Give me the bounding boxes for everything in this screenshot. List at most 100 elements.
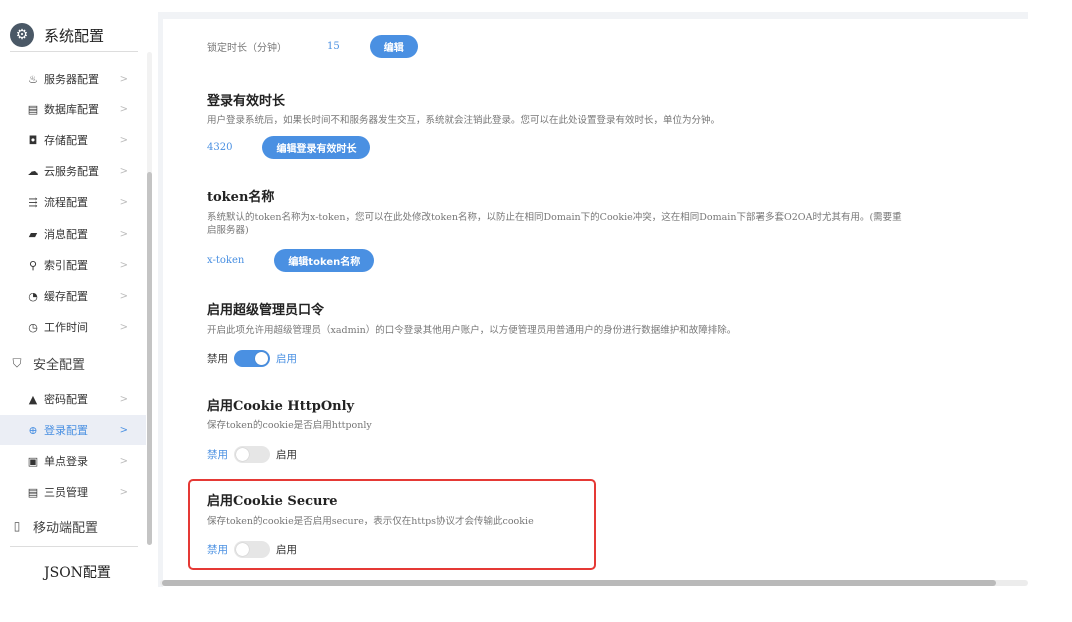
token-name-desc: 系统默认的token名称为x-token，您可以在此处修改token名称，以防止… [207,212,902,236]
lock-duration-value: 15 [327,40,340,52]
cookie-httponly-on-label: 启用 [276,448,297,461]
toggle-knob [236,447,249,461]
sidebar-header[interactable]: ⚙ 系统配置 [10,22,104,48]
sidebar-item-login[interactable]: ⊕ 登录配置 > [0,415,146,445]
sidebar-divider [10,51,138,52]
sidebar-item-storage[interactable]: ◘ 存储配置 > [0,125,146,155]
cookie-httponly-toggle-row: 禁用 启用 [207,444,297,464]
cookie-secure-toggle-row: 禁用 启用 [207,539,297,559]
login-validity-row: 4320 编辑登录有效时长 [207,135,371,159]
sidebar-item-label: 数据库配置 [44,103,99,116]
edit-lock-duration-button[interactable]: 编辑 [369,34,418,58]
cookie-httponly-off-label: 禁用 [207,448,228,461]
login-validity-title: 登录有效时长 [207,94,286,109]
chevron-right-icon: > [119,73,128,85]
login-validity-value: 4320 [207,141,233,153]
chevron-right-icon: > [119,196,128,208]
cookie-secure-desc: 保存token的cookie是否启用secure，表示仅在https协议才会传输… [207,516,534,527]
login-validity-desc: 用户登录系统后，如果长时间不和服务器发生交互，系统就会注销此登录。您可以在此处设… [207,115,721,126]
sidebar-item-label: 登录配置 [44,424,88,437]
database-icon: ▤ [27,102,39,116]
gear-icon: ⚙ [10,23,34,47]
chevron-right-icon: > [119,103,128,115]
sidebar-item-clock[interactable]: ◷ 工作时间 > [0,312,146,342]
super-admin-title: 启用超级管理员口令 [207,303,325,318]
sidebar: ⚙ 系统配置 ♨ 服务器配置 > ▤ 数据库配置 > ◘ 存储配置 > ☁ 云服务配置 > ⇶ 流程配置 >… [0,0,150,600]
sidebar-item-label: 存储配置 [44,134,88,147]
admin-icon: ▤ [27,485,39,499]
lock-icon: ▲ [28,392,38,406]
sidebar-item-cloud[interactable]: ☁ 云服务配置 > [0,156,146,186]
sidebar-divider-bottom [10,546,138,547]
super-admin-off-label: 禁用 [207,352,228,365]
cookie-secure-off-label: 禁用 [207,543,228,556]
sidebar-item-label: 缓存配置 [44,290,88,303]
sidebar-item-label: 流程配置 [44,196,88,209]
token-name-title: token名称 [207,190,275,205]
chevron-right-icon: > [119,486,128,498]
chevron-right-icon: > [119,321,128,333]
sidebar-item-sso[interactable]: ▣ 单点登录 > [0,446,146,476]
sidebar-item-database[interactable]: ▤ 数据库配置 > [0,94,146,124]
sidebar-group-label: 安全配置 [33,357,86,373]
sidebar-item-server[interactable]: ♨ 服务器配置 > [0,64,146,94]
cookie-secure-toggle[interactable] [234,540,270,558]
sidebar-scrollbar-thumb[interactable] [147,172,152,545]
flow-icon: ⇶ [28,195,38,209]
chevron-right-icon: > [119,455,128,467]
clock-icon: ◷ [28,320,38,334]
lock-duration-label: 锁定时长（分钟） [207,42,287,54]
cookie-secure-title: 启用Cookie Secure [207,494,338,509]
super-admin-toggle[interactable] [234,349,270,367]
super-admin-on-label: 启用 [276,352,297,365]
sidebar-group-mobile[interactable]: ▯ 移动端配置 [0,511,146,541]
sidebar-item-lock[interactable]: ▲ 密码配置 > [0,384,146,414]
sidebar-item-label: 工作时间 [44,321,88,334]
sidebar-item-admin[interactable]: ▤ 三员管理 > [0,477,146,507]
sidebar-item-label: 消息配置 [44,228,88,241]
cloud-icon: ☁ [27,164,39,178]
lock-duration-row: 锁定时长（分钟） 15 编辑 [207,34,418,58]
sidebar-group-label: 移动端配置 [33,520,99,536]
edit-login-validity-button[interactable]: 编辑登录有效时长 [262,135,371,159]
login-icon: ⊕ [28,423,38,437]
sidebar-item-label: 三员管理 [44,486,88,499]
sidebar-group-security[interactable]: ⛉ 安全配置 [0,348,146,378]
cookie-httponly-toggle[interactable] [234,445,270,463]
chevron-right-icon: > [119,165,128,177]
content-top-border [158,12,1028,19]
chevron-right-icon: > [119,134,128,146]
super-admin-toggle-row: 禁用 启用 [207,348,297,368]
cache-icon: ◔ [28,289,38,303]
sidebar-item-label: 密码配置 [44,393,88,406]
cookie-secure-on-label: 启用 [276,543,297,556]
content-left-border [158,12,163,587]
sso-icon: ▣ [27,454,39,468]
sidebar-item-search[interactable]: ⚲ 索引配置 > [0,250,146,280]
mobile-icon: ▯ [13,519,21,533]
chevron-right-icon: > [119,290,128,302]
sidebar-item-label: 服务器配置 [44,73,99,86]
sidebar-item-flow[interactable]: ⇶ 流程配置 > [0,187,146,217]
edit-token-name-button[interactable]: 编辑token名称 [274,248,375,272]
cookie-httponly-title: 启用Cookie HttpOnly [207,399,355,414]
sidebar-item-label: 单点登录 [44,455,88,468]
server-icon: ♨ [28,72,38,86]
chevron-right-icon: > [119,259,128,271]
sidebar-item-label: 云服务配置 [44,165,99,178]
sidebar-item-message[interactable]: ▰ 消息配置 > [0,219,146,249]
toggle-knob [236,542,249,556]
storage-icon: ◘ [28,133,38,147]
content-scrollbar-thumb[interactable] [162,580,996,586]
sidebar-item-label: 索引配置 [44,259,88,272]
search-icon: ⚲ [28,258,38,272]
sidebar-title: 系统配置 [44,26,105,45]
chevron-right-icon: > [119,424,128,436]
chevron-right-icon: > [119,393,128,405]
toggle-knob [255,351,268,365]
json-config-link[interactable]: JSON配置 [44,562,111,582]
shield-icon: ⛉ [12,355,22,370]
super-admin-desc: 开启此项允许用超级管理员（xadmin）的口令登录其他用户账户，以方便管理员用普… [207,325,737,336]
sidebar-item-cache[interactable]: ◔ 缓存配置 > [0,281,146,311]
message-icon: ▰ [28,227,38,241]
